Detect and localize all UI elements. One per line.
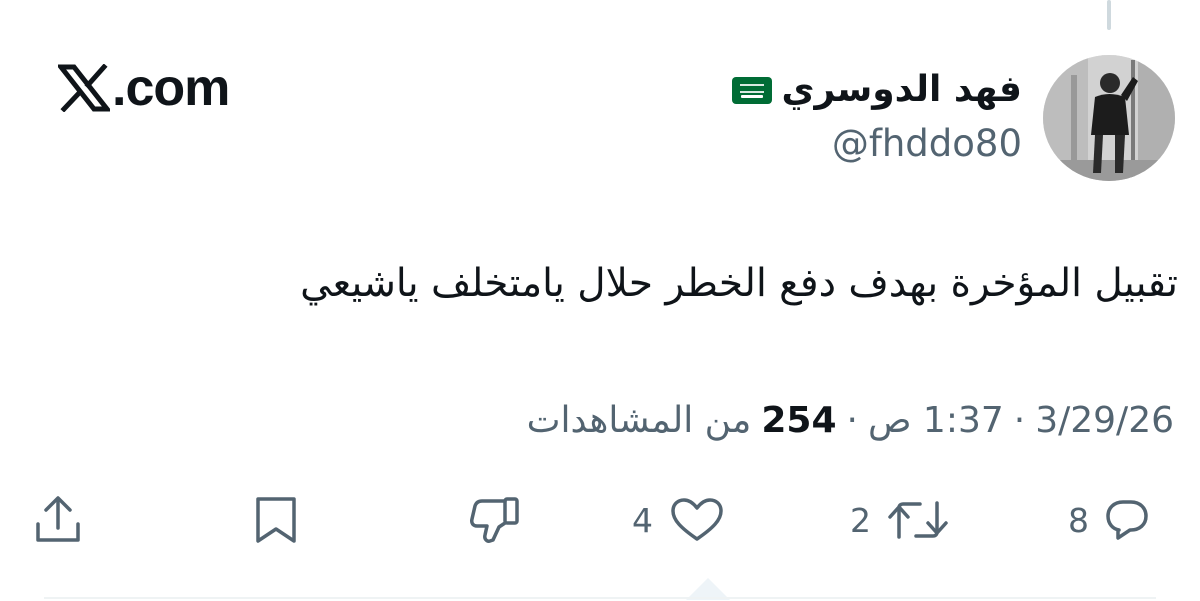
- retweet-button[interactable]: 2: [850, 480, 949, 560]
- tweet-date[interactable]: 3/29/26: [1035, 396, 1174, 446]
- like-button[interactable]: 4: [632, 480, 725, 560]
- site-domain-text: .com: [112, 59, 230, 117]
- tweet-time[interactable]: 1:37 ص: [868, 396, 1004, 446]
- tweet-action-bar: 8 2 4: [0, 480, 1200, 560]
- display-name[interactable]: فهد الدوسري: [782, 66, 1023, 114]
- share-icon: [33, 494, 83, 546]
- heart-icon: [669, 497, 725, 543]
- views-label: من المشاهدات: [526, 400, 752, 441]
- author-name-row: فهد الدوسري: [731, 66, 1023, 114]
- reply-button[interactable]: 8: [1068, 480, 1149, 560]
- meta-separator: ·: [1013, 400, 1026, 441]
- tweet-text: تقبيل المؤخرة بهدف دفع الخطر حلال يامتخل…: [300, 261, 1178, 306]
- meta-separator: ·: [846, 400, 858, 441]
- tweet-metadata: 3/29/26 · 1:37 ص · 254 من المشاهدات: [527, 396, 1174, 446]
- retweet-count: 2: [850, 500, 871, 540]
- bottom-divider: [44, 597, 1156, 599]
- thread-connector-line: [1107, 0, 1111, 30]
- share-button[interactable]: [33, 480, 83, 560]
- author-handle[interactable]: @fhddo80: [832, 120, 1022, 168]
- retweet-icon: [887, 499, 949, 541]
- reply-icon: [1105, 499, 1149, 541]
- views-stat[interactable]: 254 من المشاهدات: [527, 396, 837, 446]
- reply-count: 8: [1068, 500, 1089, 540]
- bookmark-icon: [252, 495, 300, 545]
- avatar[interactable]: [1043, 55, 1175, 181]
- x-logo-icon: [58, 64, 110, 112]
- saudi-flag-icon: [731, 76, 772, 104]
- like-count: 4: [632, 500, 653, 540]
- bookmark-button[interactable]: [252, 480, 300, 560]
- site-watermark: .com: [58, 58, 230, 118]
- dislike-button[interactable]: [468, 480, 522, 560]
- thumbs-down-icon: [468, 495, 522, 545]
- views-count: 254: [761, 400, 837, 441]
